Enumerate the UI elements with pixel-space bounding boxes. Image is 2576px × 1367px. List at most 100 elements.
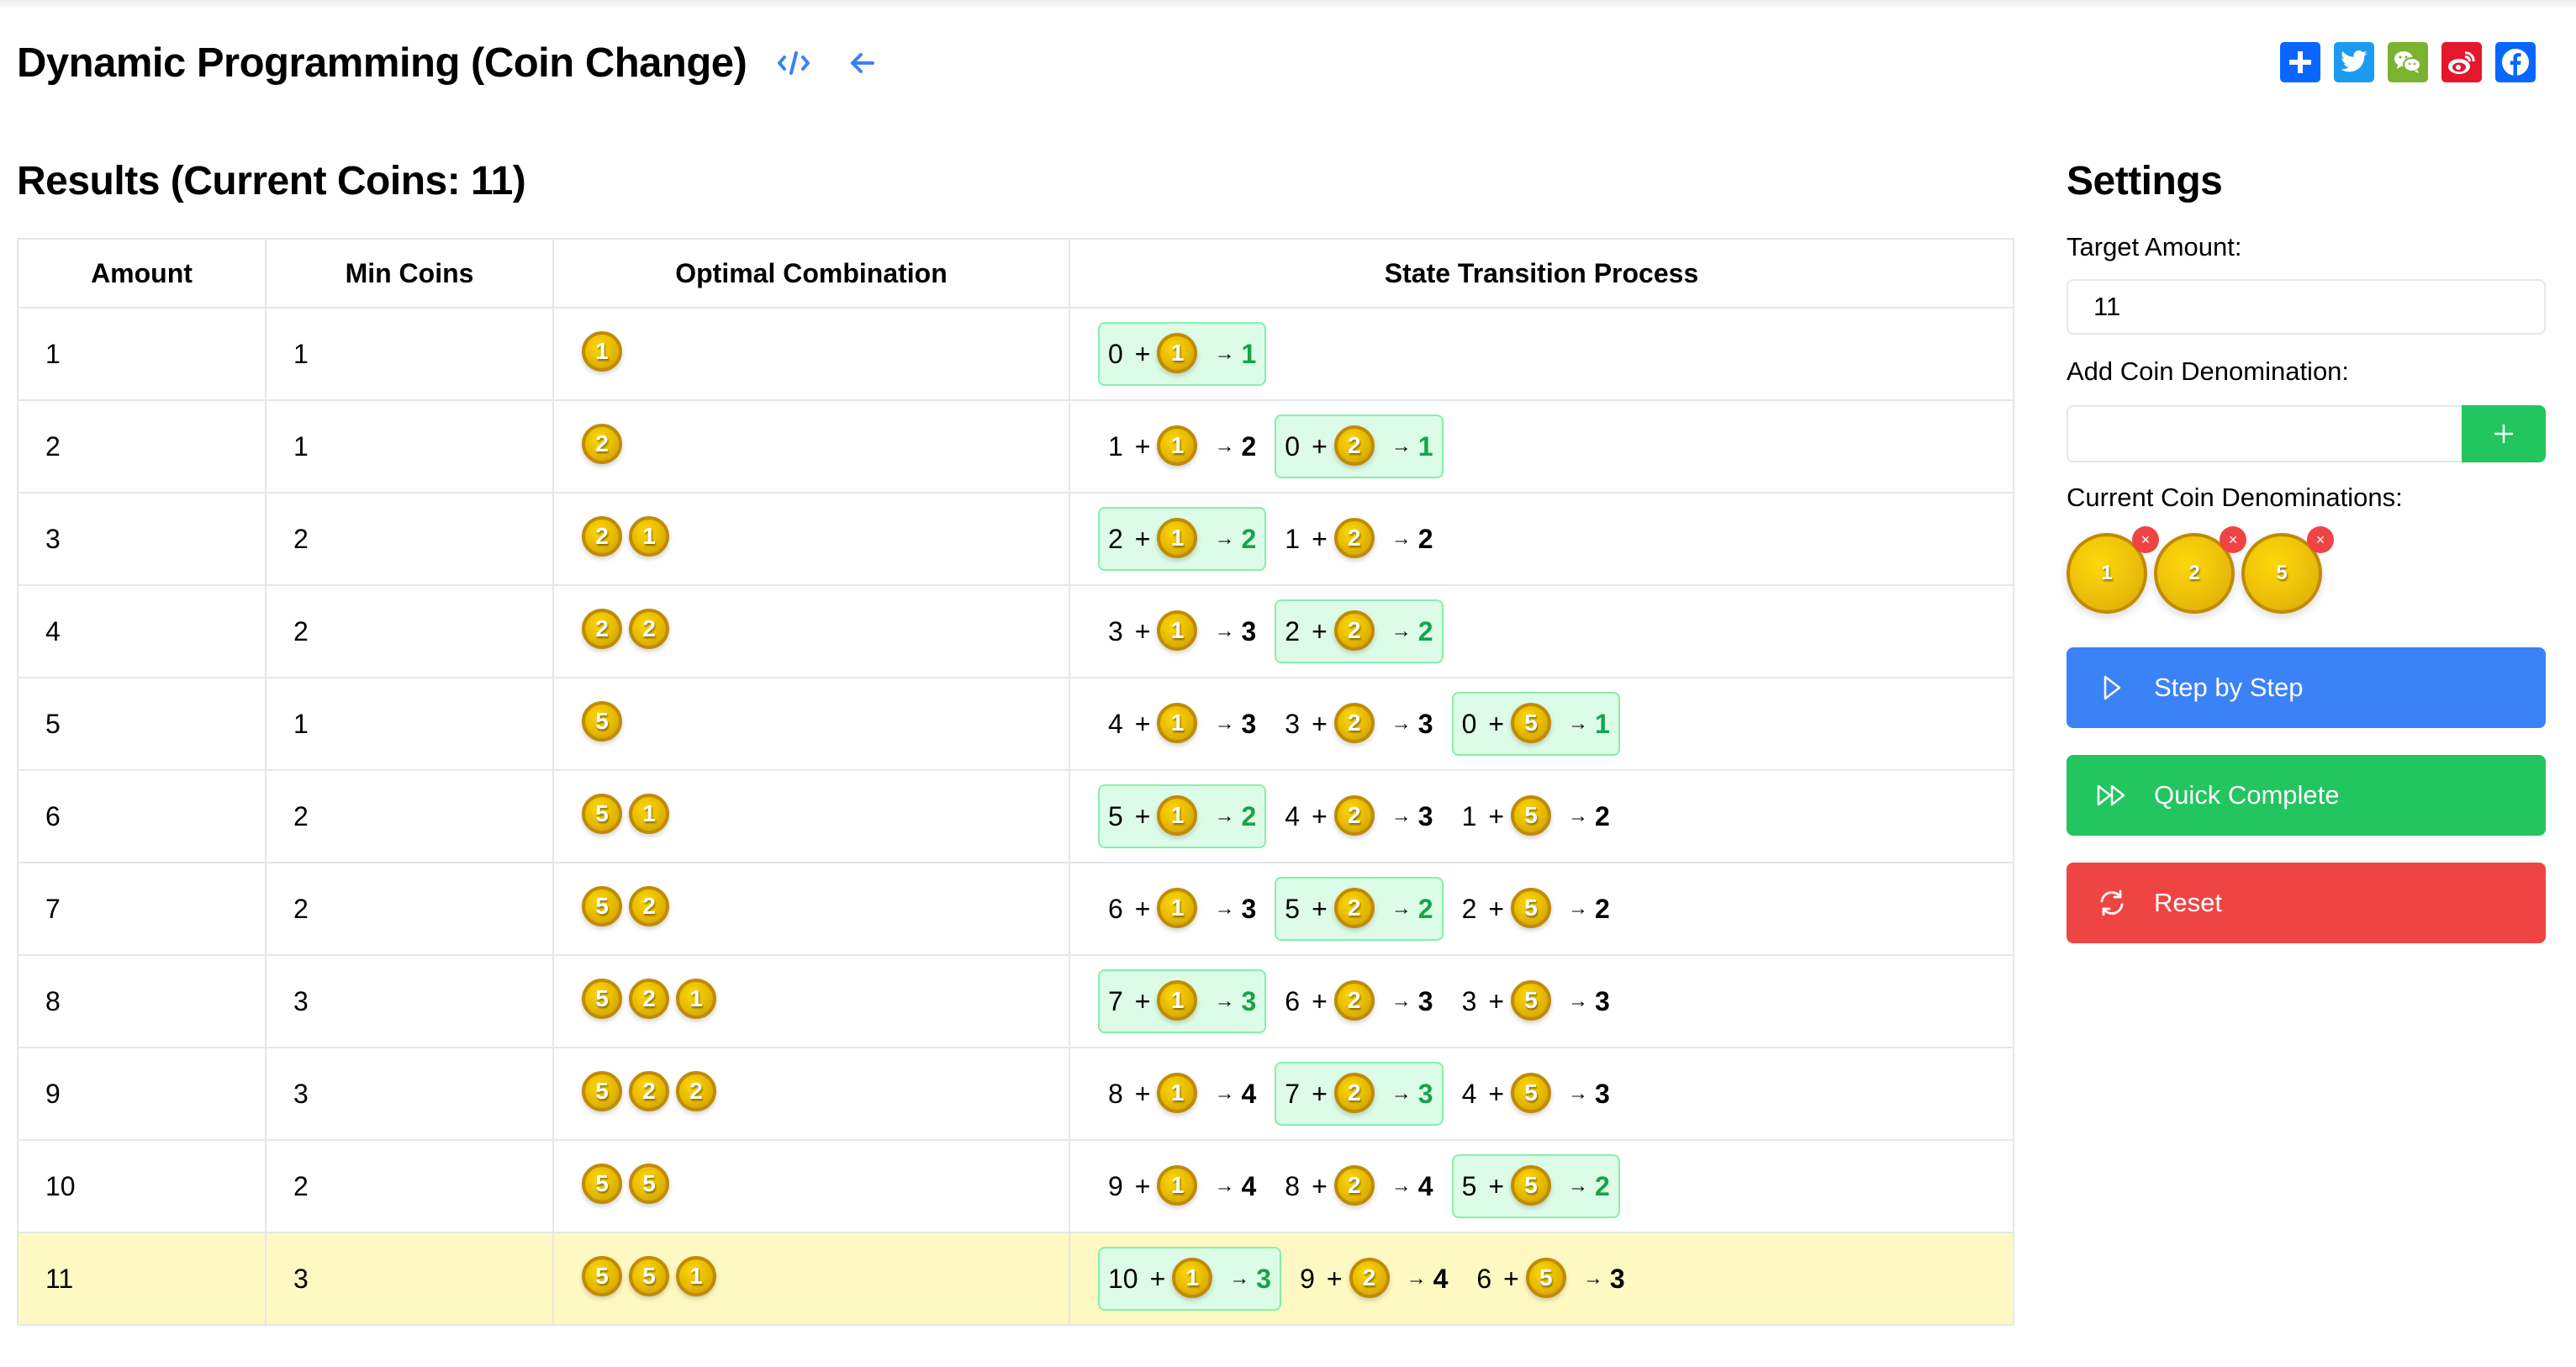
transition-result: 3 (1241, 708, 1257, 739)
coin-icon: 1 (629, 516, 669, 557)
coin-icon: 2 (629, 1071, 669, 1111)
table-row: 8 3 5 2 1 7 +1 → 3 6 +2 → 3 3 +5 → 3 (17, 954, 2014, 1048)
transition-from: 3 (1108, 615, 1123, 647)
arrow-right-icon: → (1214, 1082, 1235, 1105)
cell-min-coins: 3 (265, 954, 554, 1048)
transition: 1 +1 → 2 (1098, 414, 1266, 478)
transition-from: 4 (1285, 800, 1301, 831)
coin-icon: 1 (629, 794, 669, 834)
transition-result: 3 (1241, 893, 1257, 924)
arrow-right-icon: → (1391, 620, 1412, 642)
transition-result: 1 (1417, 430, 1433, 462)
transition: 3 +2 → 3 (1275, 692, 1443, 756)
table-row: 2 1 2 1 +1 → 2 0 +2 → 1 (17, 399, 2014, 493)
arrow-right-icon: → (1406, 1267, 1427, 1290)
cell-amount: 7 (17, 862, 267, 956)
column-header-optimal-combination: Optimal Combination (552, 238, 1070, 309)
coin-icon: 5 (582, 1071, 622, 1111)
cell-amount: 9 (17, 1047, 267, 1141)
plus-sign: + (1312, 985, 1328, 1016)
play-icon (2095, 674, 2129, 701)
coin-icon: 2 (629, 886, 669, 926)
coin-icon: 1 (1157, 332, 1198, 373)
transition-result: 4 (1241, 1078, 1257, 1109)
remove-denomination-button[interactable]: × (2307, 526, 2334, 553)
cell-min-coins: 2 (265, 769, 554, 863)
arrow-right-icon: → (1214, 990, 1235, 1012)
arrow-right-icon: → (1229, 1267, 1250, 1290)
arrow-right-icon: → (1391, 897, 1412, 920)
arrow-right-icon: → (1391, 1082, 1412, 1105)
share-twitter-button[interactable] (2334, 42, 2374, 82)
cell-min-coins: 2 (265, 584, 554, 678)
transition-from: 10 (1108, 1263, 1138, 1294)
transition: 8 +2 → 4 (1275, 1154, 1443, 1218)
plus-sign: + (1488, 1078, 1505, 1109)
plus-sign: + (1312, 1170, 1328, 1201)
arrow-right-icon: → (1568, 897, 1589, 920)
coin-combination: 5 (582, 701, 1069, 742)
coin-icon: 1 (1157, 794, 1198, 836)
share-add-button[interactable] (2280, 42, 2320, 82)
arrow-right-icon: → (1214, 805, 1235, 827)
table-row: 5 1 5 4 +1 → 3 3 +2 → 3 0 +5 → 1 (17, 677, 2014, 771)
coin-icon: 5 (582, 794, 622, 834)
transition-from: 9 (1300, 1263, 1315, 1294)
cell-min-coins: 1 (265, 307, 554, 401)
wechat-icon (2394, 51, 2421, 73)
coin-icon: 2 (1333, 1164, 1375, 1206)
share-facebook-button[interactable] (2495, 42, 2536, 82)
step-by-step-button[interactable]: Step by Step (2067, 647, 2546, 728)
table-row: 4 2 2 2 3 +1 → 3 2 +2 → 2 (17, 584, 2014, 678)
plus-icon (2289, 51, 2311, 73)
transition-result: 4 (1417, 1170, 1433, 1201)
transition-result: 3 (1241, 985, 1257, 1016)
coin-icon: 5 (1511, 1072, 1552, 1113)
coin-icon: 2 (1333, 425, 1375, 466)
transition-from: 8 (1285, 1170, 1301, 1201)
transition-optimal: 0 +1 → 1 (1098, 322, 1267, 386)
column-header-amount: Amount (17, 238, 267, 309)
coin-combination: 2 (582, 424, 1069, 464)
cell-state-transitions: 9 +1 → 4 8 +2 → 4 5 +5 → 2 (1069, 1139, 2014, 1233)
transition-optimal: 2 +1 → 2 (1098, 507, 1267, 571)
transition-result: 2 (1595, 800, 1610, 831)
cell-min-coins: 2 (265, 1139, 554, 1233)
plus-sign: + (1312, 800, 1328, 831)
arrow-right-icon: → (1214, 1174, 1235, 1197)
transition-result: 1 (1595, 708, 1610, 739)
plus-sign: + (1134, 615, 1151, 647)
table-row: 6 2 5 1 5 +1 → 2 4 +2 → 3 1 +5 → 2 (17, 769, 2014, 863)
transition-optimal: 0 +5 → 1 (1451, 692, 1620, 756)
share-wechat-button[interactable] (2388, 42, 2428, 82)
coin-icon: 1 (1157, 1072, 1198, 1113)
cell-min-coins: 3 (265, 1232, 554, 1326)
coin-icon: 2 (582, 609, 622, 649)
transition-list: 5 +1 → 2 4 +2 → 3 1 +5 → 2 (1098, 784, 2013, 848)
arrow-right-icon: → (1391, 990, 1412, 1012)
add-coin-button[interactable] (2462, 405, 2546, 462)
cell-state-transitions: 4 +1 → 3 3 +2 → 3 0 +5 → 1 (1069, 677, 2014, 771)
coin-icon: 5 (1525, 1257, 1566, 1298)
code-icon[interactable] (775, 45, 812, 82)
coin-icon: 5 (1511, 702, 1552, 743)
arrow-left-icon[interactable] (844, 45, 881, 82)
quick-complete-button[interactable]: Quick Complete (2067, 755, 2546, 836)
share-weibo-button[interactable] (2441, 42, 2482, 82)
arrow-right-icon: → (1568, 1174, 1589, 1197)
reset-button[interactable]: Reset (2067, 863, 2546, 943)
coin-icon: 2 (629, 979, 669, 1019)
target-amount-input[interactable] (2067, 279, 2546, 335)
transition: 3 +1 → 3 (1098, 599, 1266, 663)
arrow-right-icon: → (1568, 990, 1589, 1012)
transition: 4 +1 → 3 (1098, 692, 1266, 756)
reset-label: Reset (2154, 888, 2222, 917)
transition-result: 2 (1595, 893, 1610, 924)
cell-optimal-combination: 5 (552, 677, 1070, 771)
coin-icon: 5 (582, 886, 622, 926)
transition: 1 +2 → 2 (1275, 507, 1443, 571)
cell-amount: 8 (17, 954, 267, 1048)
arrow-right-icon: → (1391, 527, 1412, 550)
add-coin-input[interactable] (2067, 405, 2462, 462)
transition-from: 0 (1461, 708, 1477, 739)
